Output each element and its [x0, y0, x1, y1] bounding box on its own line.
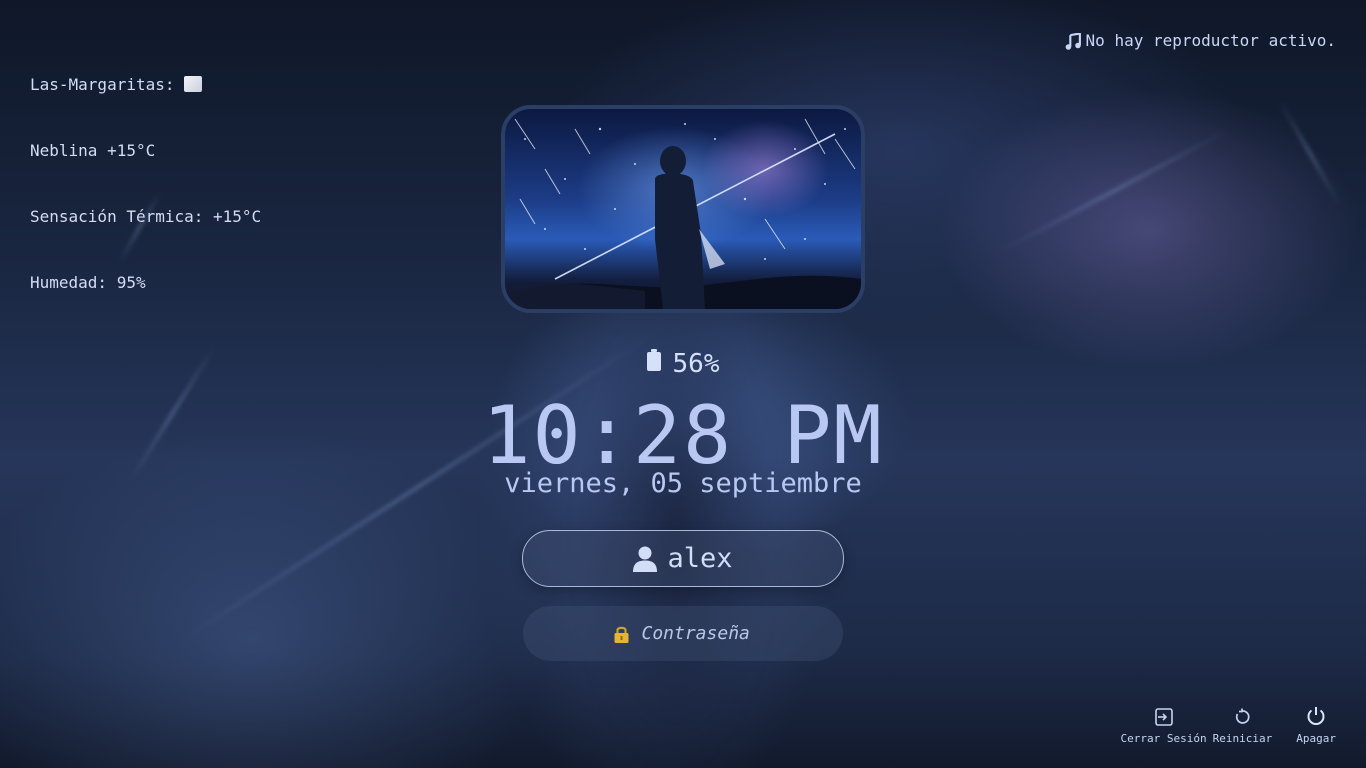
- weather-condition: Neblina +15°C: [30, 141, 156, 160]
- battery-indicator: 56%: [0, 346, 1366, 382]
- power-actions: Cerrar Sesión Reiniciar Apagar: [1121, 706, 1336, 746]
- weather-location: Las-Margaritas:: [30, 75, 175, 94]
- user-icon: [633, 546, 658, 572]
- meteor-streak: [999, 128, 1231, 253]
- battery-icon: [646, 345, 661, 381]
- meteor-streak: [1278, 100, 1342, 207]
- restart-icon: [1236, 708, 1250, 724]
- weather-feels-like: Sensación Térmica: +15°C: [30, 207, 262, 226]
- weather-panel: Las-Margaritas: Neblina +15°C Sensación …: [30, 30, 261, 316]
- fog-icon: [184, 76, 203, 92]
- media-status-text: No hay reproductor activo.: [1085, 31, 1336, 50]
- password-input[interactable]: [639, 622, 754, 645]
- logout-icon: [1154, 708, 1173, 726]
- password-field-container[interactable]: [523, 606, 843, 661]
- logout-button[interactable]: Cerrar Sesión: [1121, 708, 1207, 746]
- shutdown-button[interactable]: Apagar: [1296, 706, 1336, 746]
- battery-percent: 56%: [672, 349, 720, 379]
- lock-icon: [614, 626, 628, 643]
- weather-humidity: Humedad: 95%: [30, 273, 146, 292]
- restart-label: Reiniciar: [1212, 732, 1273, 745]
- clock-date: viernes, 05 septiembre: [504, 468, 862, 499]
- user-avatar-image: [501, 105, 865, 313]
- shutdown-label: Apagar: [1296, 732, 1336, 745]
- power-icon: [1307, 707, 1325, 725]
- user-selector[interactable]: alex: [522, 530, 844, 587]
- logout-label: Cerrar Sesión: [1120, 732, 1207, 745]
- restart-button[interactable]: Reiniciar: [1212, 708, 1273, 746]
- username: alex: [667, 543, 733, 574]
- media-status: No hay reproductor activo.: [1065, 30, 1336, 52]
- music-note-icon: [1065, 32, 1081, 50]
